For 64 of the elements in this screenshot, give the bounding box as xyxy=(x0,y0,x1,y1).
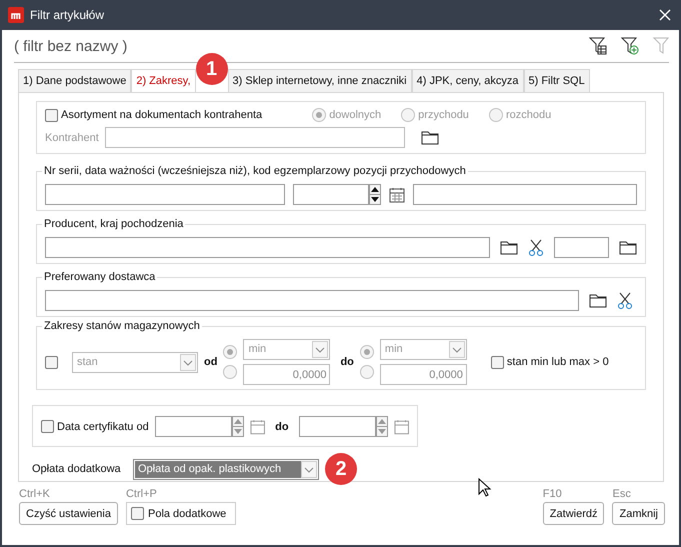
radio-button[interactable] xyxy=(223,365,238,379)
button[interactable]: Zamknij xyxy=(612,502,665,525)
folder-icon[interactable] xyxy=(500,240,518,254)
group-legend: Preferowany dostawca xyxy=(42,271,158,283)
group-legend: Producent, kraj pochodzenia xyxy=(42,218,186,230)
input-field[interactable] xyxy=(293,184,369,205)
checkbox[interactable]: stan min lub max > 0 xyxy=(490,356,609,368)
field-label: Opłata dodatkowa xyxy=(32,463,122,475)
shortcut-label: Esc xyxy=(612,488,632,500)
radio-button[interactable] xyxy=(223,345,238,359)
caret-icon[interactable] xyxy=(180,354,196,370)
group-legend: Nr serii, data ważności (wcześniejsza niż), kod egzemplarzowy pozycji przychodowych xyxy=(42,165,468,177)
caret-icon[interactable] xyxy=(312,341,328,358)
input-field[interactable] xyxy=(154,416,232,437)
filter-name: ( filtr bez nazwy ) xyxy=(14,38,128,54)
shortcut-label: F10 xyxy=(542,488,563,500)
button[interactable]: Zatwierdź xyxy=(542,502,604,525)
filter-add-icon[interactable] xyxy=(621,37,639,55)
close-icon[interactable] xyxy=(659,9,671,21)
field-label: od xyxy=(204,356,218,368)
spin-arrows-icon[interactable] xyxy=(369,184,381,205)
combo-box[interactable]: Opłata od opak. plastikowych xyxy=(133,458,319,480)
input-field[interactable] xyxy=(104,127,405,148)
field-label: Kontrahent xyxy=(45,132,99,144)
mouse-cursor-icon xyxy=(478,478,492,498)
input-field[interactable]: 0,0000 xyxy=(243,364,330,385)
caret-icon[interactable] xyxy=(301,460,317,478)
tab[interactable]: 3) Sklep internetowy, inne znaczniki xyxy=(228,69,412,92)
tab[interactable]: 1) Dane podstawowe xyxy=(18,69,132,92)
scissors-icon[interactable] xyxy=(617,292,633,310)
tab[interactable]: 2) Zakresy, xyxy=(131,69,196,92)
folder-icon[interactable] xyxy=(619,240,637,254)
input-field[interactable] xyxy=(45,290,579,311)
field-label: do xyxy=(275,420,289,432)
input-field[interactable] xyxy=(45,184,285,205)
app-logo-icon xyxy=(8,7,24,23)
caret-icon[interactable] xyxy=(448,341,465,358)
input-field[interactable]: 0,0000 xyxy=(380,364,467,385)
step-badge: 2 xyxy=(325,453,357,485)
input-field[interactable] xyxy=(413,184,637,205)
radio-button[interactable] xyxy=(360,365,374,379)
checkbox[interactable]: Pola dodatkowe xyxy=(126,502,236,525)
checkbox[interactable]: Asortyment na dokumentach kontrahenta xyxy=(45,108,262,122)
filter-table-icon[interactable] xyxy=(589,37,607,55)
checkbox[interactable] xyxy=(45,356,58,368)
window-title: Filtr artykułów xyxy=(30,8,106,22)
shortcut-label: Ctrl+K xyxy=(19,488,51,500)
calendar-icon[interactable] xyxy=(389,186,405,202)
input-field[interactable] xyxy=(298,416,376,437)
filter-icon[interactable] xyxy=(653,37,669,55)
input-field[interactable] xyxy=(45,237,490,258)
folder-icon[interactable] xyxy=(420,130,439,144)
scissors-icon[interactable] xyxy=(528,238,544,256)
group-legend: Zakresy stanów magazynowych xyxy=(42,320,202,332)
field-label: do xyxy=(340,356,354,368)
tab[interactable]: 4) JPK, ceny, akcyza xyxy=(412,69,524,92)
folder-icon[interactable] xyxy=(589,294,607,308)
tab[interactable]: 5) Filtr SQL xyxy=(524,69,590,92)
radio-button[interactable] xyxy=(360,345,374,359)
shortcut-label: Ctrl+P xyxy=(126,488,158,500)
input-field[interactable] xyxy=(554,237,609,258)
step-badge: 1 xyxy=(196,53,228,85)
checkbox[interactable]: Data certyfikatu od xyxy=(41,420,149,433)
button[interactable]: Czyść ustawienia xyxy=(19,502,118,525)
